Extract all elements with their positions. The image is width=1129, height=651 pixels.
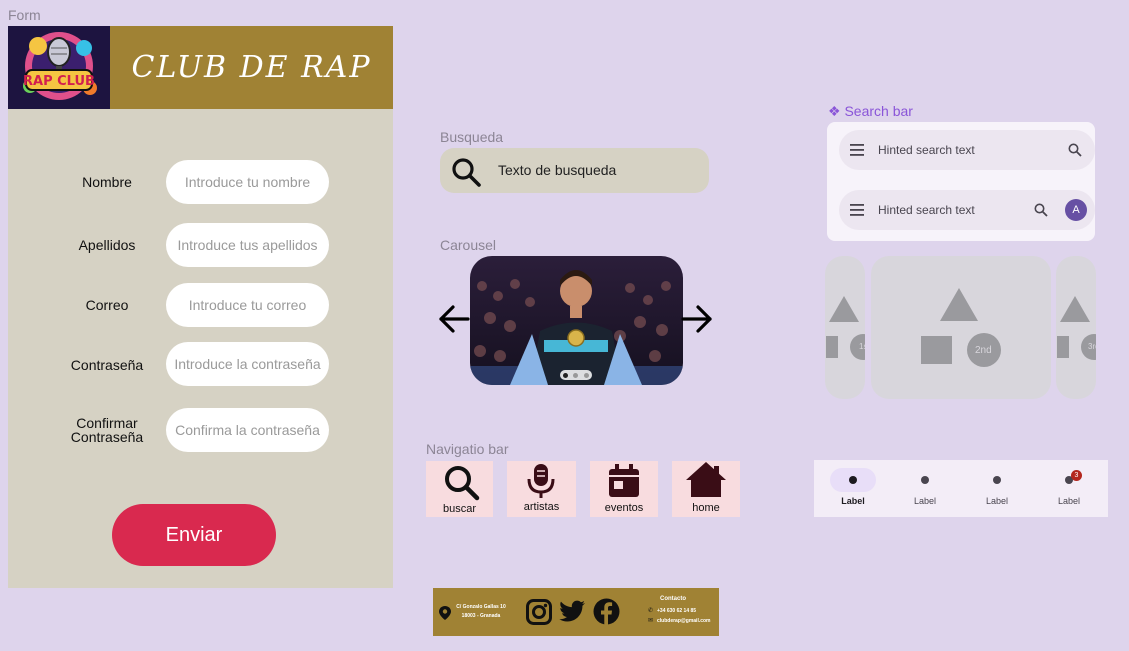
m3-navigation-bar: Label Label Label 3 Label	[814, 460, 1108, 517]
searchbar-component: Hinted search text Hinted search text A	[827, 122, 1095, 241]
confirmar-input[interactable]: Confirma la contraseña	[166, 408, 329, 452]
carousel-card-label: 1st	[859, 342, 865, 351]
contact-email-row: ✉ clubderap@gmail.com	[648, 617, 718, 625]
carousel-card-label: 2nd	[975, 345, 992, 356]
phone-icon: ✆	[648, 608, 654, 614]
correo-label: Correo	[85, 297, 129, 313]
nav-item-eventos[interactable]: eventos	[590, 461, 658, 517]
search-hint: Hinted search text	[878, 143, 975, 157]
email-icon: ✉	[648, 618, 654, 624]
club-logo: RAP CLUB	[8, 26, 110, 109]
contact-title: Contacto	[660, 596, 686, 602]
address-line-2: 18003 - Granada	[461, 613, 501, 619]
correo-input[interactable]: Introduce tu correo	[166, 283, 329, 327]
shapes-icon	[921, 288, 1001, 367]
m3-nav-item-3[interactable]: Label	[958, 468, 1030, 512]
facebook-icon[interactable]	[593, 598, 620, 625]
carousel-dot[interactable]	[562, 372, 568, 378]
arrow-left-icon[interactable]	[437, 302, 471, 336]
twitter-icon[interactable]	[558, 600, 586, 624]
nav-label-home: home	[692, 502, 720, 514]
search-icon	[452, 158, 481, 187]
search-placeholder: Texto de busqueda	[498, 162, 617, 178]
carousel-card-2[interactable]: 2nd	[871, 256, 1051, 399]
nombre-input[interactable]: Introduce tu nombre	[166, 160, 329, 204]
nombre-label: Nombre	[82, 174, 132, 190]
brand-title: CLUB DE RAP	[131, 50, 372, 85]
logo-text: RAP CLUB	[23, 74, 95, 89]
m3-nav-item-2[interactable]: Label	[886, 468, 958, 512]
nav-label-eventos: eventos	[604, 502, 644, 514]
contact-phone-row: ✆ +34 630 62 14 85	[648, 607, 718, 615]
searchbar-frame-title: Search bar	[844, 103, 913, 119]
nav-item-home[interactable]: home	[672, 461, 740, 517]
search-hint: Hinted search text	[878, 203, 975, 217]
carousel-image[interactable]	[470, 256, 683, 385]
m3-nav-label: Label	[1057, 496, 1081, 506]
contrasena-label: Contraseña	[70, 357, 144, 373]
m3-nav-label: Label	[841, 496, 865, 506]
search-bar-2[interactable]: Hinted search text A	[839, 190, 1095, 230]
component-icon: ❖	[828, 103, 841, 119]
notification-badge: 3	[1071, 470, 1082, 481]
search-bar-1[interactable]: Hinted search text	[839, 130, 1095, 170]
navbar-frame-label: Navigatio bar	[426, 441, 509, 457]
search-box[interactable]: Texto de busqueda	[440, 148, 709, 193]
contrasena-input[interactable]: Introduce la contraseña	[166, 342, 329, 386]
apellidos-input[interactable]: Introduce tus apellidos	[166, 223, 329, 267]
form-frame-label: Form	[8, 7, 41, 23]
contact-phone: +34 630 62 14 85	[657, 608, 697, 614]
form-row-confirmar: Confirmar Contraseña Confirma la contras…	[8, 408, 393, 452]
nav-label-artistas: artistas	[523, 501, 560, 513]
search-icon[interactable]	[1068, 143, 1082, 157]
menu-icon[interactable]	[850, 204, 864, 216]
m3-nav-item-1[interactable]: Label	[814, 468, 886, 512]
m3-nav-item-4[interactable]: 3 Label	[1030, 468, 1102, 512]
shapes-icon	[1057, 296, 1096, 360]
calendar-icon	[609, 464, 639, 497]
nav-dot-icon	[921, 476, 929, 484]
carousel-card-3[interactable]: 3rd	[1056, 256, 1096, 399]
home-icon	[686, 462, 726, 497]
form-row-nombre: Nombre Introduce tu nombre	[8, 160, 393, 204]
arrow-right-icon[interactable]	[680, 302, 714, 336]
nav-label-buscar: buscar	[442, 503, 477, 515]
nav-dot-icon	[993, 476, 1001, 484]
nav-dot-icon	[849, 476, 857, 484]
registration-form: RAP CLUB CLUB DE RAP Nombre Introduce tu…	[8, 26, 393, 588]
shapes-icon	[826, 296, 865, 360]
carousel-dot[interactable]	[584, 372, 590, 378]
carousel-dot[interactable]	[573, 372, 579, 378]
m3-nav-label: Label	[913, 496, 937, 506]
microphone-icon	[527, 464, 555, 498]
instagram-icon[interactable]	[526, 599, 552, 625]
submit-button[interactable]: Enviar	[112, 504, 276, 566]
search-frame-label: Busqueda	[440, 129, 504, 145]
carousel-card-1[interactable]: 1st	[825, 256, 865, 399]
m3-nav-label: Label	[985, 496, 1009, 506]
searchbar-frame-label: ❖ Search bar	[828, 103, 913, 120]
carousel-card-label: 3rd	[1088, 342, 1096, 351]
address-line-1: C/ Gonzalo Gallas 10	[456, 604, 506, 610]
nav-item-buscar[interactable]: buscar	[426, 461, 493, 517]
contact-email[interactable]: clubderap@gmail.com	[657, 618, 711, 624]
form-row-correo: Correo Introduce tu correo	[8, 283, 393, 327]
search-icon	[445, 466, 480, 501]
form-row-apellidos: Apellidos Introduce tus apellidos	[8, 223, 393, 267]
menu-icon[interactable]	[850, 144, 864, 156]
confirmar-label: Confirmar Contraseña	[70, 415, 144, 445]
search-icon[interactable]	[1034, 203, 1048, 217]
carousel-frame-label: Carousel	[440, 237, 497, 253]
apellidos-label: Apellidos	[78, 237, 136, 253]
form-row-contrasena: Contraseña Introduce la contraseña	[8, 342, 393, 386]
form-header: RAP CLUB CLUB DE RAP	[8, 26, 393, 109]
avatar[interactable]: A	[1065, 199, 1087, 221]
location-icon	[439, 606, 451, 620]
nav-item-artistas[interactable]: artistas	[507, 461, 576, 517]
carousel-pagination[interactable]	[560, 370, 592, 380]
footer: C/ Gonzalo Gallas 10 18003 - Granada Con…	[433, 588, 719, 636]
